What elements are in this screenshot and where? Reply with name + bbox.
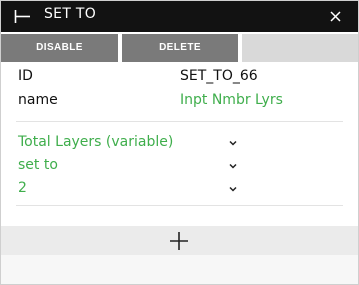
set-to-panel: SET TO DISABLE DELETE ID SET_TO_66 name … [0,0,359,285]
section-divider [16,121,343,122]
delete-button[interactable]: DELETE [122,34,238,62]
variable-select-value: Total Layers (variable) [18,134,174,150]
name-label: name [18,92,58,108]
operation-select[interactable]: set to [18,157,242,177]
chevron-down-icon [229,186,237,192]
id-value: SET_TO_66 [180,68,258,84]
value-select-value: 2 [18,180,27,196]
add-button[interactable] [1,226,358,255]
title-bar: SET TO [1,1,358,32]
disable-button[interactable]: DISABLE [1,34,118,62]
value-select[interactable]: 2 [18,180,242,200]
section-divider [16,205,343,206]
id-label: ID [18,68,33,84]
chevron-down-icon [229,163,237,169]
block-start-icon [14,10,30,23]
plus-icon [170,232,188,250]
operation-select-value: set to [18,157,58,173]
name-value[interactable]: Inpt Nmbr Lyrs [180,92,283,108]
variable-select[interactable]: Total Layers (variable) [18,134,242,154]
panel-title: SET TO [44,6,97,22]
empty-toolbar-slot [242,34,358,62]
close-icon[interactable] [328,8,344,24]
chevron-down-icon [229,140,237,146]
toolbar: DISABLE DELETE [1,34,358,62]
footer-strip [1,255,358,284]
